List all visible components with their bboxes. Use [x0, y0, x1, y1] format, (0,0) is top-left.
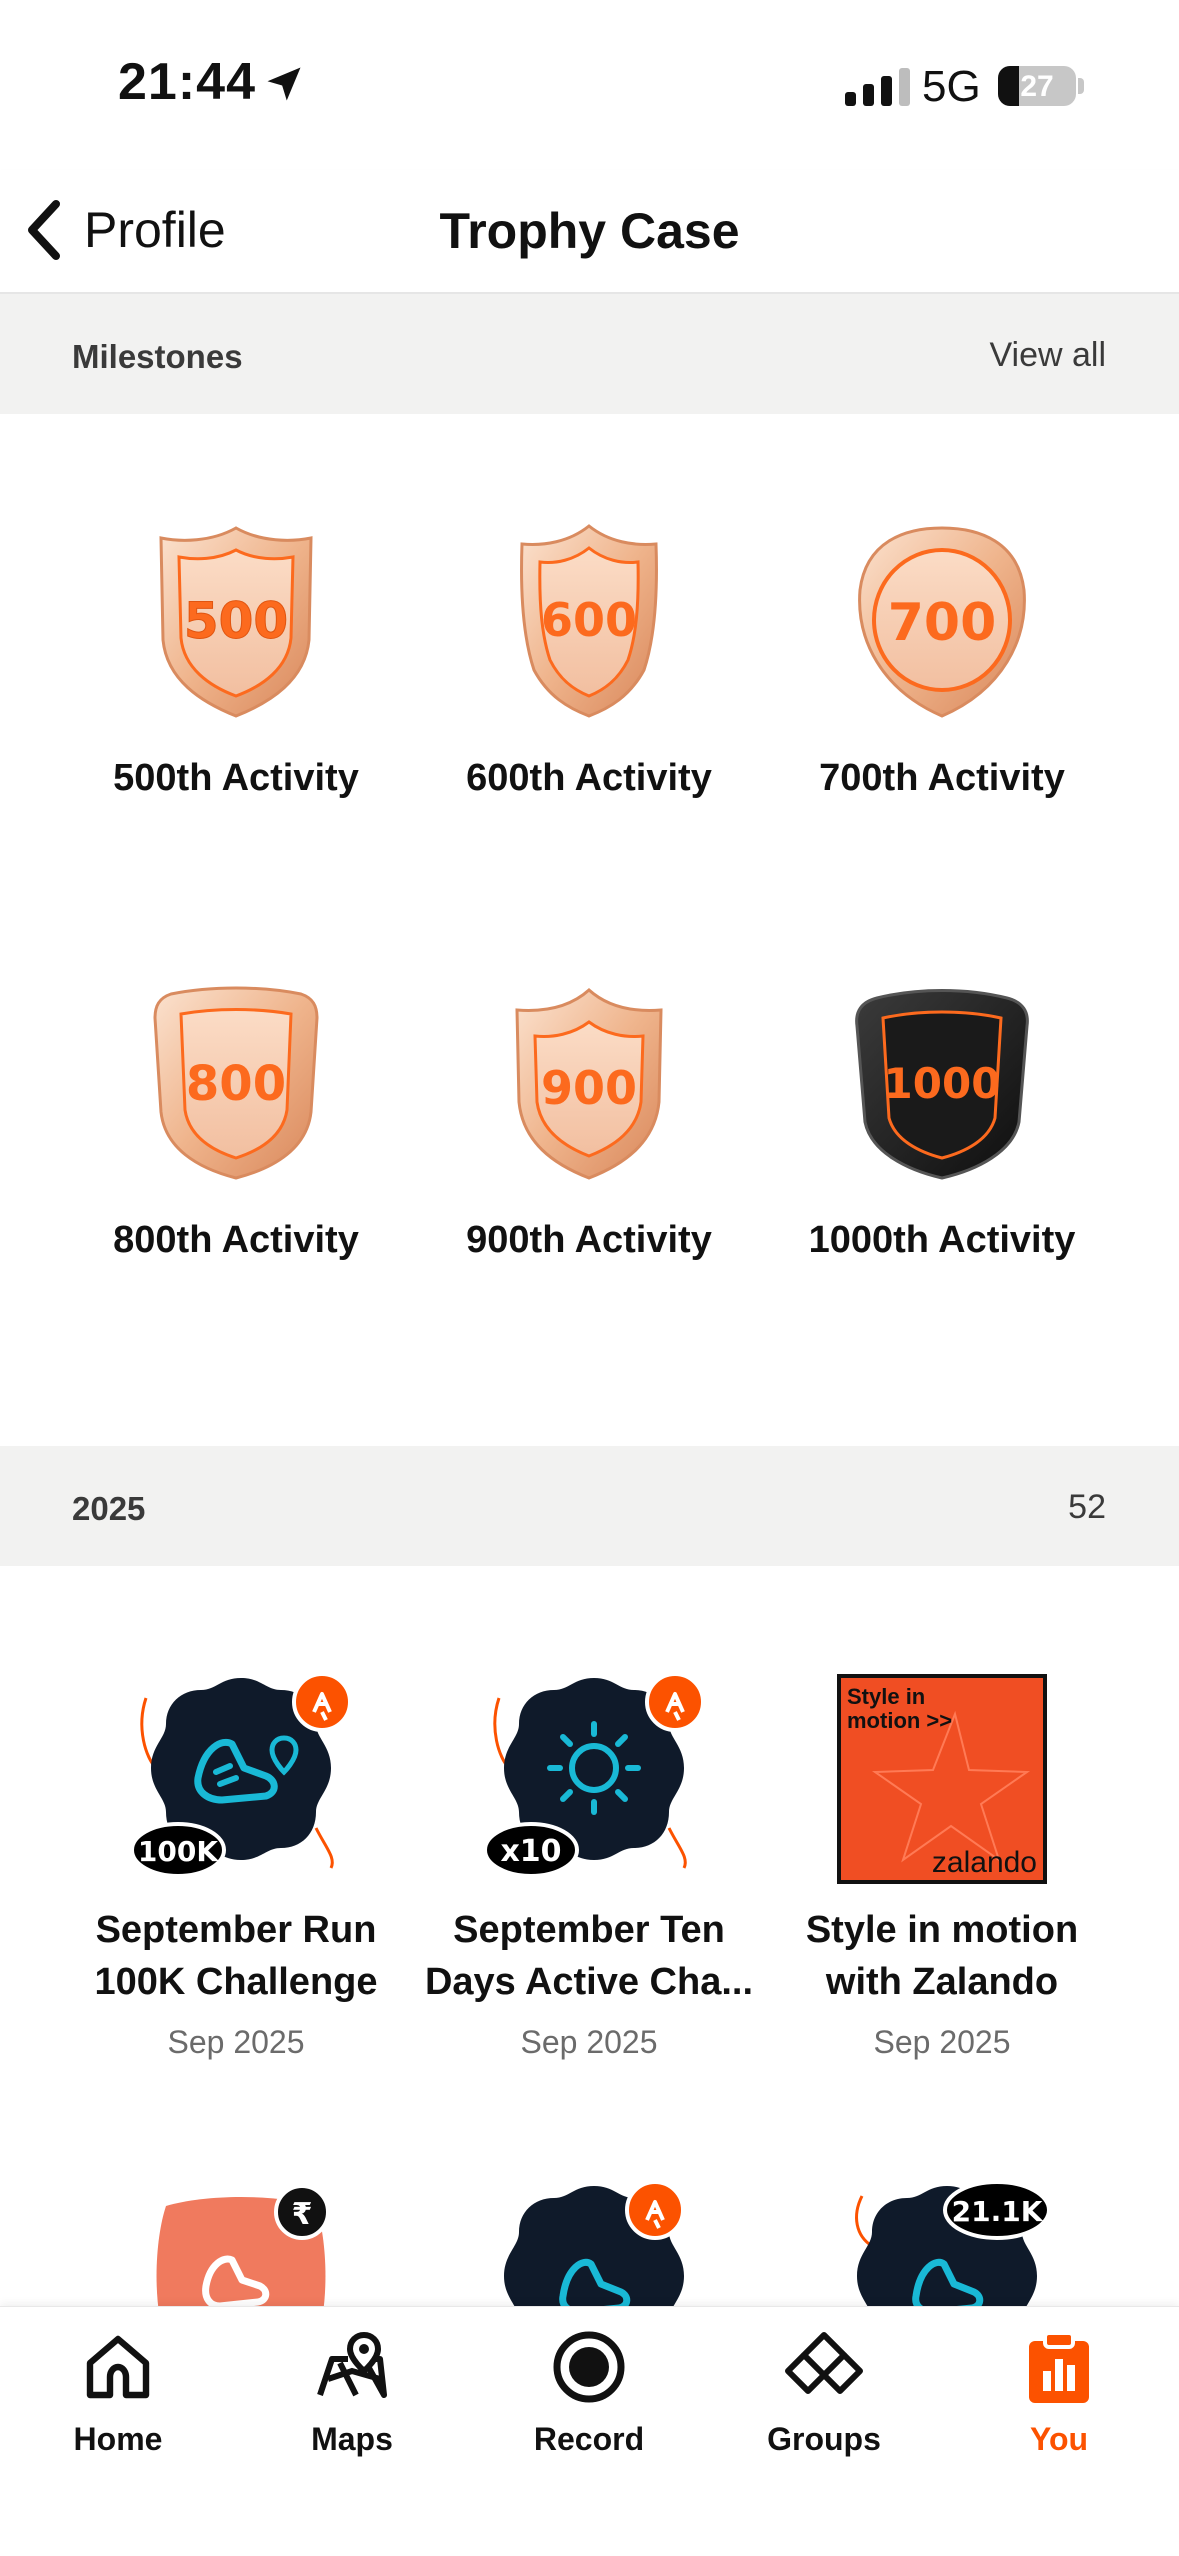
tab-maps[interactable]: Maps: [252, 2327, 452, 2458]
tab-label: Maps: [311, 2421, 393, 2457]
tab-record[interactable]: Record: [489, 2327, 689, 2458]
zalando-badge-icon: Style in motion >> zalando: [837, 1674, 1047, 1884]
trophy-title-line1: Style in motion: [805, 1909, 1079, 1951]
svg-text:100K: 100K: [138, 1835, 219, 1868]
milestone-700[interactable]: 700 700th Activity: [762, 520, 1122, 820]
network-type: 5G: [922, 62, 981, 111]
you-clipboard-icon: [1029, 2331, 1089, 2403]
shield-badge-icon: 800: [153, 986, 319, 1180]
trophy-title-line1: September Ten: [453, 1909, 725, 1951]
svg-text:zalando: zalando: [932, 1846, 1037, 1879]
status-bar: 21:44 5G 27: [0, 0, 1179, 170]
milestone-500[interactable]: 500 500th Activity: [56, 520, 416, 820]
svg-text:600: 600: [541, 593, 637, 647]
status-time: 21:44: [118, 53, 256, 111]
milestone-600[interactable]: 600 600th Activity: [409, 520, 769, 820]
round-shield-badge-icon: 700: [858, 526, 1026, 718]
shield-badge-icon: 900: [515, 987, 663, 1180]
milestone-title: 1000th Activity: [808, 1219, 1076, 1261]
trophy-title: Style in motion with Zalando: [762, 1904, 1122, 2008]
svg-text:Style in: Style in: [847, 1684, 925, 1709]
trophy-title-line2: with Zalando: [825, 1961, 1059, 2003]
svg-text:motion >>: motion >>: [847, 1708, 952, 1733]
battery-cap: [1078, 78, 1084, 94]
milestone-title: 500th Activity: [113, 757, 359, 799]
battery-percent: 27: [1020, 70, 1054, 103]
nav-header: Profile Trophy Case: [0, 170, 1179, 294]
trophy-september-run-100k[interactable]: 100K September Run 100K Challenge Sep 20…: [56, 1668, 416, 2068]
year-section-header: 2025 52: [0, 1446, 1179, 1566]
trophy-count: 52: [1068, 1488, 1106, 1526]
trophy-date: Sep 2025: [873, 2024, 1011, 2060]
section-label-year: 2025: [72, 1490, 146, 1527]
tab-label: You: [1029, 2421, 1089, 2457]
trophy-date: Sep 2025: [167, 2024, 305, 2060]
trophy-partial-2[interactable]: [409, 2176, 769, 2368]
svg-text:700: 700: [888, 593, 997, 653]
signal-strength-icon: [845, 68, 910, 106]
trophy-title: September Run 100K Challenge: [56, 1904, 416, 2008]
battery-icon: 27: [998, 66, 1076, 106]
svg-text:₹: ₹: [292, 2197, 313, 2232]
trophy-september-ten-days[interactable]: x10 September Ten Days Active Cha... Sep…: [409, 1668, 769, 2068]
trophy-title-line2: 100K Challenge: [94, 1961, 378, 2003]
trophy-partial-3[interactable]: 21.1K: [762, 2176, 1122, 2368]
svg-text:800: 800: [186, 1056, 286, 1112]
tab-home[interactable]: Home: [18, 2327, 218, 2458]
tab-label: Record: [533, 2421, 645, 2457]
shield-badge-icon: 600: [520, 524, 658, 718]
page-title: Trophy Case: [439, 203, 740, 259]
milestone-800[interactable]: 800 800th Activity: [56, 982, 416, 1282]
shield-badge-icon: 500: [159, 526, 313, 718]
challenge-badge-icon: x10: [483, 1672, 705, 1878]
dark-shield-badge-icon: 1000: [855, 989, 1029, 1180]
svg-text:500: 500: [184, 592, 288, 650]
trophy-title-line2: Days Active Cha...: [424, 1961, 754, 2003]
svg-text:x10: x10: [500, 1834, 561, 1869]
trophy-date: Sep 2025: [520, 2024, 658, 2060]
svg-text:21.1K: 21.1K: [952, 2195, 1044, 2228]
tab-label: Groups: [767, 2421, 881, 2457]
svg-text:900: 900: [541, 1061, 637, 1115]
challenge-badge-icon: 100K: [130, 1672, 352, 1878]
groups-icon: [785, 2332, 863, 2394]
tab-groups[interactable]: Groups: [724, 2327, 924, 2458]
record-icon: [553, 2331, 625, 2403]
maps-icon: [317, 2331, 387, 2398]
milestones-section-header: Milestones View all: [0, 294, 1179, 414]
location-arrow-icon: [267, 67, 301, 101]
trophy-title: September Ten Days Active Cha...: [409, 1904, 769, 2008]
milestone-title: 800th Activity: [113, 1219, 359, 1261]
trophy-title-line1: September Run: [95, 1909, 377, 1951]
trophy-style-in-motion-zalando[interactable]: Style in motion >> zalando Style in moti…: [762, 1668, 1122, 2068]
milestone-title: 900th Activity: [466, 1219, 712, 1261]
svg-text:1000: 1000: [884, 1059, 1001, 1108]
milestone-title: 700th Activity: [819, 757, 1065, 799]
tab-label: Home: [73, 2421, 163, 2457]
section-label-milestones: Milestones: [72, 338, 243, 375]
tab-bar: Home Maps Record Groups You: [0, 2306, 1179, 2556]
milestone-title: 600th Activity: [466, 757, 712, 799]
view-all-link[interactable]: View all: [989, 336, 1106, 375]
tab-you[interactable]: You: [959, 2327, 1159, 2458]
home-icon: [86, 2335, 150, 2399]
trophy-partial-1[interactable]: ₹: [56, 2176, 416, 2355]
milestone-1000[interactable]: 1000 1000th Activity: [762, 982, 1122, 1282]
milestone-900[interactable]: 900 900th Activity: [409, 982, 769, 1282]
